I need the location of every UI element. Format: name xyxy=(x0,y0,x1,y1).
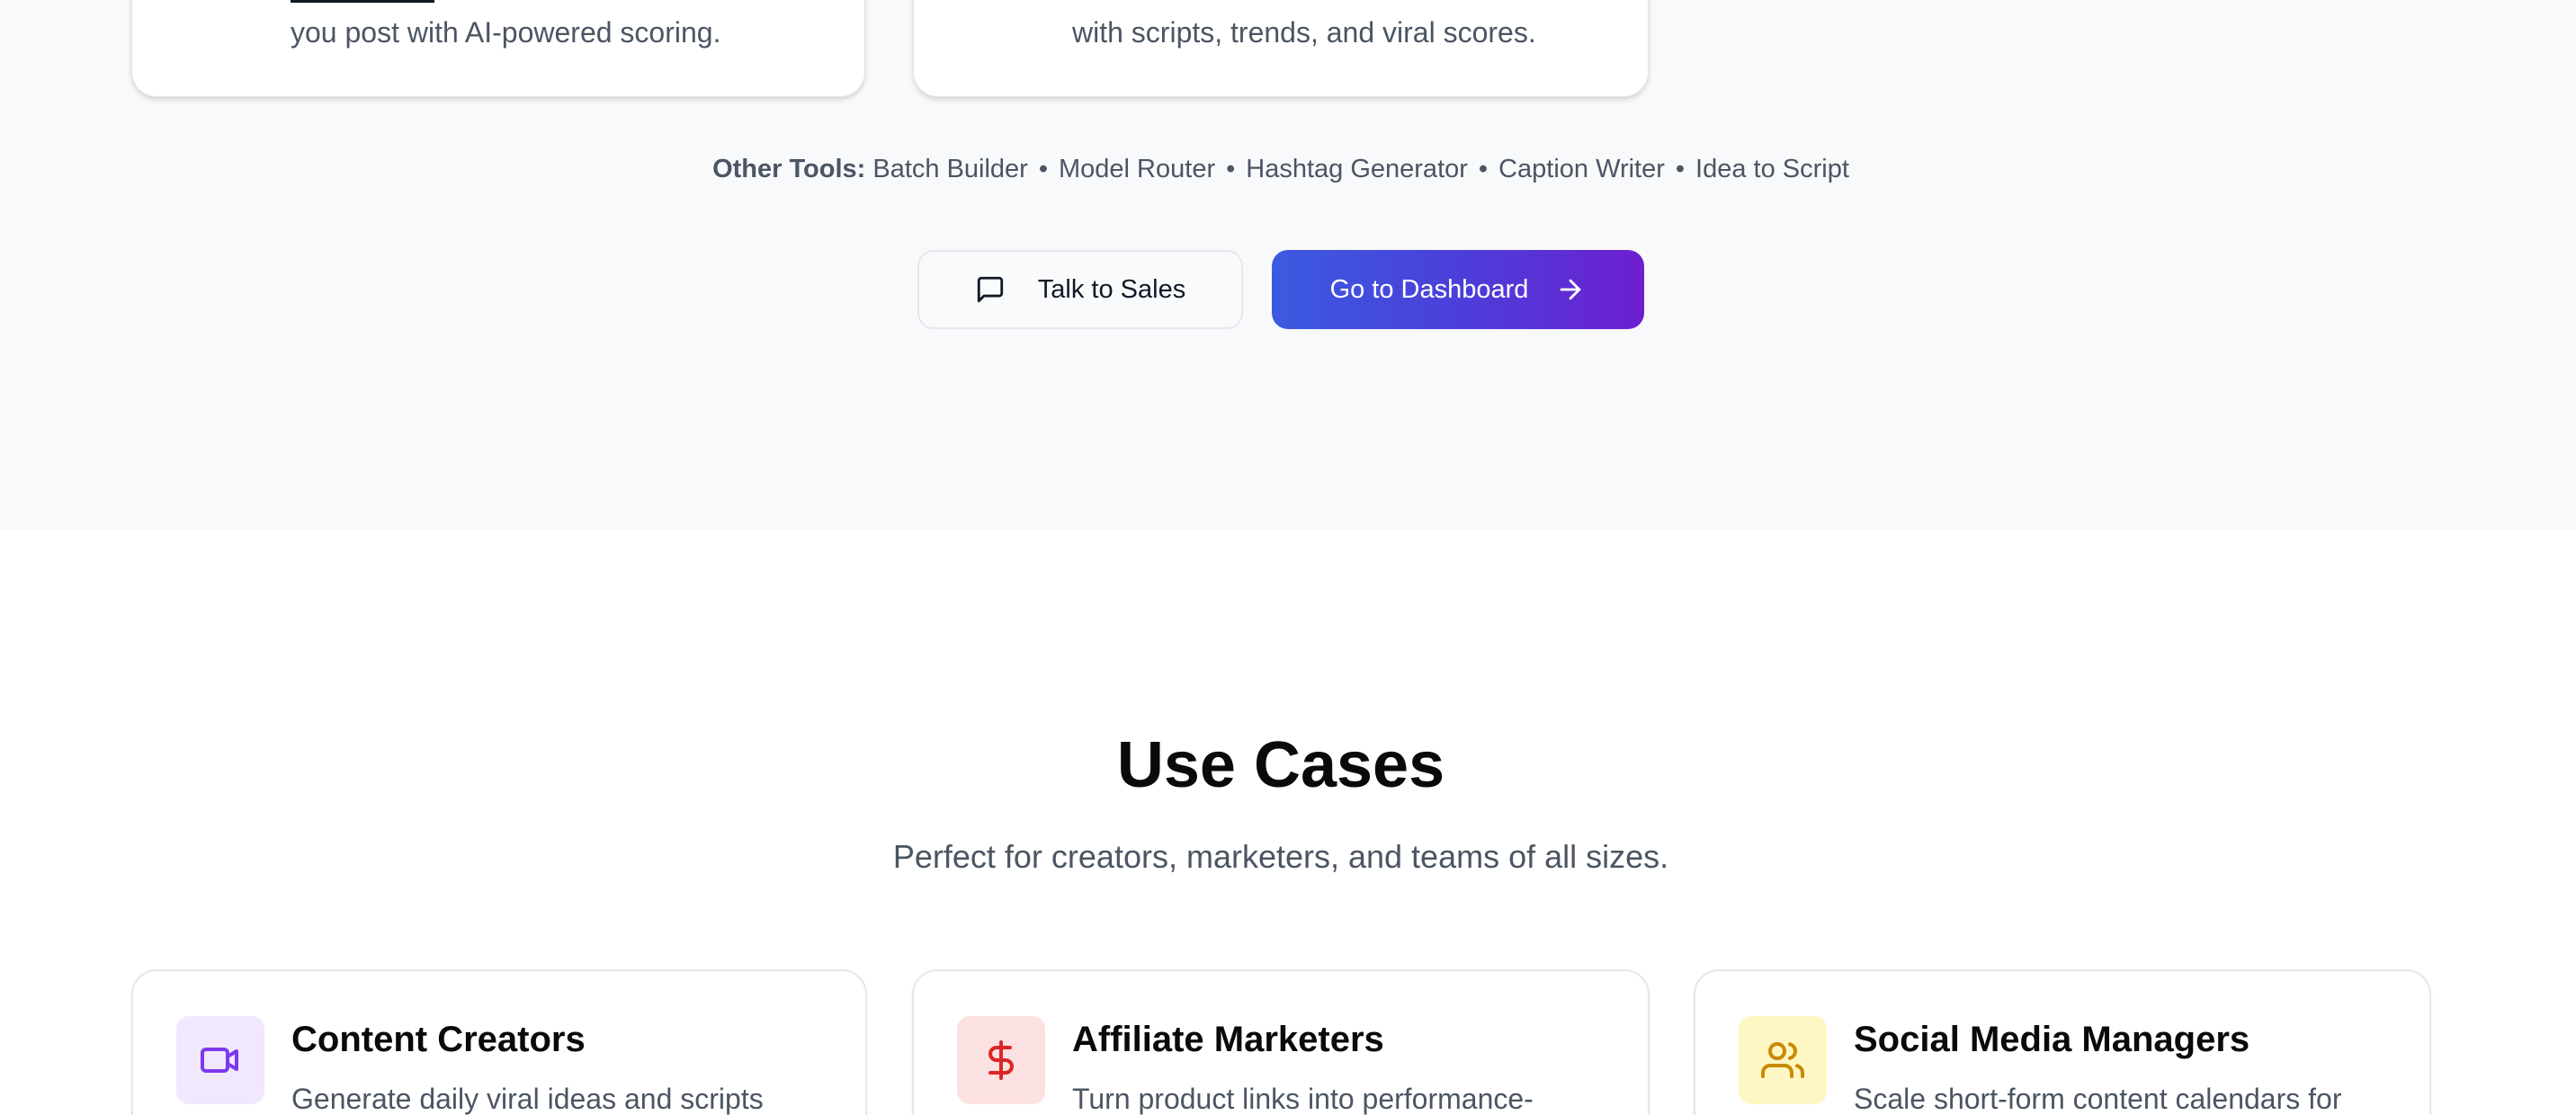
separator: • xyxy=(1038,155,1049,183)
go-to-dashboard-label: Go to Dashboard xyxy=(1329,274,1529,304)
tool-card[interactable]: you post with AI-powered scoring. xyxy=(131,0,865,97)
use-case-description: Scale short-form content calendars for xyxy=(1854,1083,2342,1115)
talk-to-sales-label: Talk to Sales xyxy=(1037,274,1186,304)
talk-to-sales-button[interactable]: Talk to Sales xyxy=(917,250,1243,329)
separator: • xyxy=(1478,155,1489,183)
video-icon xyxy=(176,1016,264,1104)
other-tool-link[interactable]: Hashtag Generator xyxy=(1246,155,1468,183)
message-square-icon xyxy=(975,274,1006,305)
separator: • xyxy=(1226,155,1236,183)
tools-section: you post with AI-powered scoring. with s… xyxy=(0,0,2576,530)
use-case-card-content-creators: Content Creators Generate daily viral id… xyxy=(131,969,867,1115)
use-case-title: Affiliate Marketers xyxy=(1072,1020,1384,1059)
use-case-description: Generate daily viral ideas and scripts xyxy=(291,1083,764,1115)
dollar-sign-icon xyxy=(957,1016,1045,1104)
other-tool-link[interactable]: Idea to Script xyxy=(1695,155,1849,183)
other-tool-link[interactable]: Caption Writer xyxy=(1498,155,1665,183)
use-case-card-social-media-managers: Social Media Managers Scale short-form c… xyxy=(1694,969,2431,1115)
arrow-right-icon xyxy=(1555,274,1586,305)
use-case-title: Social Media Managers xyxy=(1854,1020,2250,1059)
separator: • xyxy=(1675,155,1686,183)
use-cases-subtitle: Perfect for creators, marketers, and tea… xyxy=(892,838,1669,875)
tool-card[interactable]: with scripts, trends, and viral scores. xyxy=(913,0,1649,97)
use-case-description: Turn product links into performance- xyxy=(1072,1083,1534,1115)
other-tool-link[interactable]: Batch Builder xyxy=(872,155,1028,183)
other-tools-line: Other Tools: Batch Builder • Model Router •… xyxy=(0,155,2562,184)
other-tool-link[interactable]: Model Router xyxy=(1059,155,1215,183)
use-cases-title: Use Cases xyxy=(1116,729,1445,801)
other-tools-label: Other Tools: xyxy=(712,155,866,183)
tool-card-description: you post with AI-powered scoring. xyxy=(291,16,721,49)
tool-card-description: with scripts, trends, and viral scores. xyxy=(1072,16,1536,49)
go-to-dashboard-button[interactable]: Go to Dashboard xyxy=(1272,250,1644,329)
use-case-title: Content Creators xyxy=(291,1020,586,1059)
use-case-card-affiliate-marketers: Affiliate Marketers Turn product links i… xyxy=(912,969,1650,1115)
users-icon xyxy=(1739,1016,1827,1104)
underline-divider xyxy=(291,0,434,3)
